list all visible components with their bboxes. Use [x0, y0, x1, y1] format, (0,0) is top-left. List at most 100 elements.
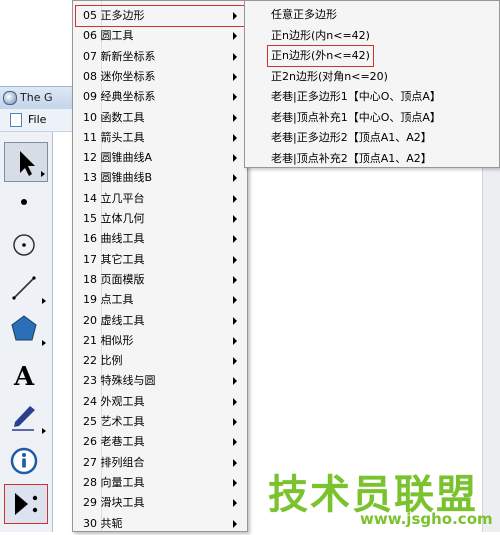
submenu-arrow-icon: [233, 215, 237, 223]
submenu-arrow-icon: [233, 438, 237, 447]
line-tool-button[interactable]: [4, 268, 48, 308]
menu-item[interactable]: 17 其它工具: [75, 249, 245, 271]
submenu-item[interactable]: 老巷|顶点补充1【中心O、顶点A】: [271, 108, 441, 128]
submenu-arrow-icon: [233, 357, 237, 366]
menu-item-label: 07 新新坐标系: [83, 49, 156, 63]
menu-item[interactable]: 10 函数工具: [75, 107, 245, 129]
arrow-tool-button[interactable]: [4, 142, 48, 182]
submenu-arrow-icon: [233, 72, 237, 81]
submenu-arrow-icon: [233, 174, 237, 183]
menu-item[interactable]: 16 曲线工具: [75, 228, 245, 250]
menu-item[interactable]: 19 点工具: [75, 289, 245, 311]
svg-text:A: A: [13, 362, 35, 392]
menu-item[interactable]: 30 共轭: [75, 513, 245, 535]
window-title: The G: [20, 91, 53, 104]
custom-tools-menu: 05 正多边形 06 圆工具 07 新新坐标系 08 迷你坐标系 09 经典坐标系 10 …: [72, 0, 248, 532]
submenu-arrow-icon: [233, 32, 237, 41]
toolbox: A: [0, 132, 53, 532]
menu-item[interactable]: 23 特殊线与圆: [75, 370, 245, 392]
menu-item-label: 19 点工具: [83, 293, 134, 307]
menu-item[interactable]: 09 经典坐标系: [75, 86, 245, 108]
submenu-item[interactable]: 正2n边形(对角n<=20): [271, 67, 388, 87]
text-a-icon: A: [13, 362, 35, 392]
submenu-arrow-icon: [233, 255, 237, 264]
menu-file[interactable]: File: [28, 113, 46, 126]
menu-item[interactable]: 11 箭头工具: [75, 127, 245, 149]
menu-item[interactable]: 18 页面模版: [75, 269, 245, 291]
menu-item-label: 12 圆锥曲线A: [83, 151, 153, 165]
more-arrow-icon: [42, 428, 46, 434]
custom-tool-button[interactable]: [4, 484, 48, 524]
circle-icon: [13, 234, 35, 256]
menu-item-label: 08 迷你坐标系: [83, 69, 156, 83]
watermark-url: www.jsgho.com: [360, 510, 493, 528]
menu-item-label: 24 外观工具: [83, 394, 145, 408]
compass-tool-button[interactable]: [4, 225, 48, 265]
menu-item-label: 13 圆锥曲线B: [83, 171, 153, 185]
menu-item[interactable]: 20 虚线工具: [75, 310, 245, 332]
menu-item[interactable]: 05 正多边形: [75, 5, 245, 27]
submenu-arrow-icon: [233, 12, 237, 20]
menu-item[interactable]: 29 滑块工具: [75, 492, 245, 514]
menu-item-label: 16 曲线工具: [83, 232, 145, 246]
menu-item[interactable]: 25 艺术工具: [75, 411, 245, 433]
menu-item-label: 21 相似形: [83, 333, 134, 347]
menu-item-label: 09 经典坐标系: [83, 90, 156, 104]
menu-item[interactable]: 27 排列组合: [75, 452, 245, 474]
submenu-item[interactable]: 老巷|正多边形2【顶点A1、A2】: [271, 128, 432, 148]
menu-item-label: 18 页面模版: [83, 272, 145, 286]
menu-item[interactable]: 07 新新坐标系: [75, 46, 245, 68]
submenu-arrow-icon: [233, 235, 237, 244]
submenu-arrow-icon: [233, 52, 237, 61]
submenu-item[interactable]: 任意正多边形: [271, 5, 337, 25]
submenu-arrow-icon: [233, 194, 237, 203]
point-tool-button[interactable]: [4, 182, 48, 222]
submenu-arrow-icon: [233, 154, 237, 163]
menu-item[interactable]: 24 外观工具: [75, 391, 245, 413]
menu-item[interactable]: 21 相似形: [75, 330, 245, 352]
menu-item-label: 17 其它工具: [83, 252, 145, 266]
submenu-item[interactable]: 老巷|正多边形1【中心O、顶点A】: [271, 87, 441, 107]
menu-item[interactable]: 28 向量工具: [75, 472, 245, 494]
menu-item-label: 20 虚线工具: [83, 313, 145, 327]
menu-item-label: 26 老巷工具: [83, 435, 145, 449]
menu-item-label: 14 立几平台: [83, 191, 145, 205]
submenu-item[interactable]: 正n边形(内n<=42): [271, 26, 370, 46]
submenu-item[interactable]: 正n边形(外n<=42): [267, 45, 374, 67]
menu-item-label: 30 共轭: [83, 516, 123, 530]
marker-tool-button[interactable]: [4, 398, 48, 438]
submenu-arrow-icon: [233, 133, 237, 142]
menu-item-label: 27 排列组合: [83, 455, 145, 469]
more-arrow-icon: [42, 340, 46, 346]
info-tool-button[interactable]: [4, 442, 48, 482]
submenu-arrow-icon: [233, 275, 237, 284]
document-icon: [10, 113, 22, 127]
submenu-item[interactable]: 老巷|顶点补充2【顶点A1、A2】: [271, 149, 432, 169]
menu-item[interactable]: 06 圆工具: [75, 25, 245, 47]
submenu-arrow-icon: [233, 316, 237, 325]
menu-item-label: 25 艺术工具: [83, 415, 145, 428]
menu-item[interactable]: 15 立体几何: [75, 208, 245, 230]
submenu-arrow-icon: [233, 478, 237, 487]
menu-item[interactable]: 26 老巷工具: [75, 431, 245, 453]
menu-item[interactable]: 13 圆锥曲线B: [75, 167, 245, 189]
submenu-arrow-icon: [233, 397, 237, 406]
submenu-arrow-icon: [233, 93, 237, 102]
submenu-arrow-icon: [233, 499, 237, 508]
point-icon: [21, 199, 27, 205]
app-icon: [3, 91, 17, 105]
arrow-icon: [20, 151, 35, 176]
submenu-arrow-icon: [233, 458, 237, 467]
menu-item-label: 05 正多边形: [83, 9, 145, 22]
menu-item[interactable]: 12 圆锥曲线A: [75, 147, 245, 169]
menu-item[interactable]: 22 比例: [75, 350, 245, 372]
polygon-tool-button[interactable]: [4, 310, 48, 350]
polygon-submenu: 任意正多边形 正n边形(内n<=42) 正n边形(外n<=42) 正2n边形(对角n<…: [244, 0, 500, 168]
menu-item-label: 29 滑块工具: [83, 496, 145, 510]
menu-item[interactable]: 08 迷你坐标系: [75, 66, 245, 88]
menu-item-label: 28 向量工具: [83, 475, 145, 489]
menu-item[interactable]: 14 立几平台: [75, 188, 245, 210]
text-tool-button[interactable]: A: [4, 354, 48, 394]
submenu-arrow-icon: [233, 296, 237, 305]
play-menu-icon: [15, 493, 38, 515]
